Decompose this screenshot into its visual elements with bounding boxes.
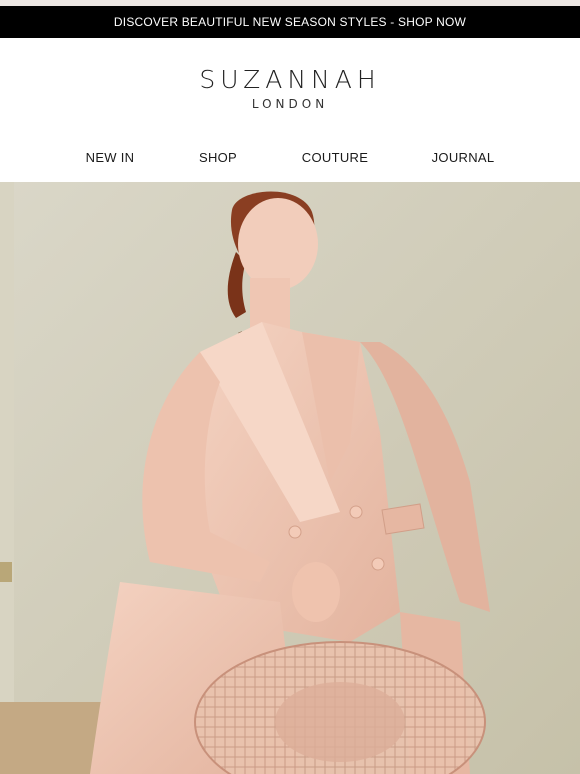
main-nav: NEW IN SHOP COUTURE JOURNAL [0, 150, 580, 170]
promo-banner[interactable]: DISCOVER BEAUTIFUL NEW SEASON STYLES - S… [0, 6, 580, 38]
brand-name: SUZANNAH [199, 65, 381, 94]
hero-illustration [0, 182, 580, 774]
nav-item-journal[interactable]: JOURNAL [432, 150, 495, 165]
promo-text[interactable]: DISCOVER BEAUTIFUL NEW SEASON STYLES - S… [114, 15, 466, 29]
brand-logo[interactable]: SUZANNAH LONDON [0, 64, 580, 111]
nav-item-shop[interactable]: SHOP [199, 150, 237, 165]
hero-image[interactable] [0, 182, 580, 774]
nav-item-new-in[interactable]: NEW IN [86, 150, 135, 165]
brand-sub: LONDON [251, 97, 329, 111]
nav-item-couture[interactable]: COUTURE [302, 150, 368, 165]
